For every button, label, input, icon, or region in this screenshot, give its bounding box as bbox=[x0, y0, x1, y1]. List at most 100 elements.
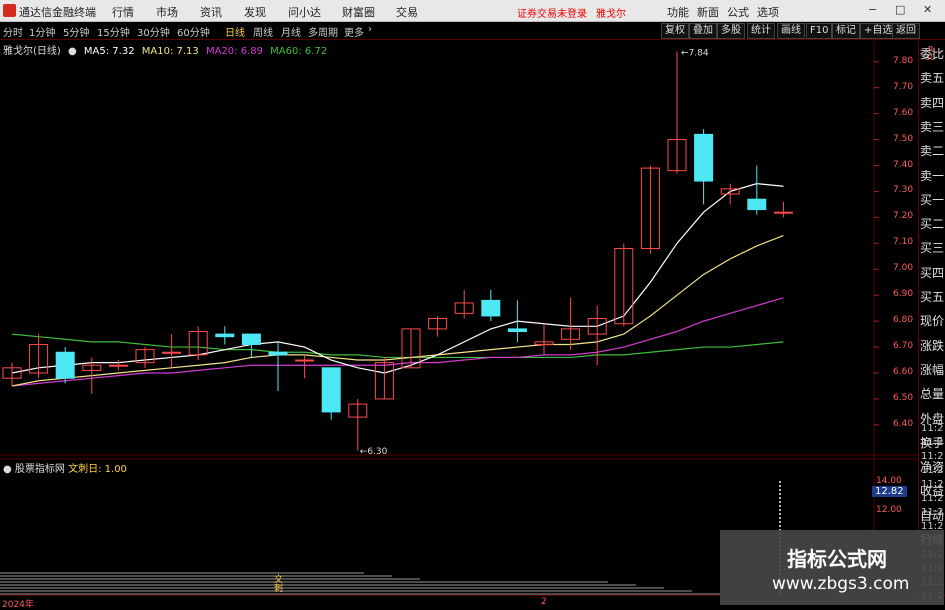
quote-item[interactable]: 总量 bbox=[920, 388, 944, 400]
fuquan-button[interactable]: 复权 bbox=[661, 23, 689, 39]
ma20-path bbox=[11, 297, 784, 387]
tab-month[interactable]: 月线 bbox=[281, 24, 301, 39]
app-title: 通达信金融终端 bbox=[19, 6, 96, 19]
price-axis-label: 7.70 bbox=[893, 81, 914, 92]
ma20-line bbox=[11, 297, 784, 387]
tick-time: 11:2 bbox=[921, 493, 944, 504]
candle bbox=[720, 183, 740, 205]
candle bbox=[481, 290, 501, 322]
candle bbox=[428, 315, 448, 337]
tab-week[interactable]: 周线 bbox=[253, 24, 273, 39]
sub-chart-title: ● 股票指标网 文刺日: 1.00 bbox=[3, 460, 127, 475]
tab-15min[interactable]: 15分钟 bbox=[97, 24, 130, 39]
sub-chart-indicator: 文刺日: 1.00 bbox=[68, 464, 127, 475]
quote-panel: R 30 委比 卖五 卖四 卖三 卖二 卖一 买一 买二 买三 买四 买五 现价 涨跌 涨幅 总量 外盘 换手净… bbox=[918, 41, 945, 602]
sub-axis-12: 12.00 bbox=[876, 505, 902, 515]
menu-xuanxiang[interactable]: 选项 bbox=[757, 4, 779, 20]
candle-body bbox=[241, 333, 261, 345]
quote-item[interactable]: 涨跌 bbox=[920, 340, 944, 352]
menu-caifuquan[interactable]: 财富圈 bbox=[342, 4, 375, 20]
candle-body bbox=[747, 198, 767, 211]
candle-body bbox=[268, 351, 288, 356]
quote-item[interactable]: 卖二 bbox=[920, 145, 944, 157]
menu-hangqing[interactable]: 行情 bbox=[112, 4, 134, 20]
price-axis-label: 6.50 bbox=[893, 392, 914, 403]
chevron-right-icon[interactable]: › bbox=[368, 24, 372, 35]
candle-body bbox=[55, 351, 75, 379]
quote-item[interactable]: 买四 bbox=[920, 267, 944, 279]
menu-jiaoyi[interactable]: 交易 bbox=[396, 4, 418, 20]
tab-5min[interactable]: 5分钟 bbox=[63, 24, 89, 39]
tab-more[interactable]: 更多 bbox=[344, 24, 364, 39]
tick-time: 11:2 bbox=[921, 423, 944, 434]
quote-item[interactable]: 现价 bbox=[920, 315, 944, 327]
tab-60min[interactable]: 60分钟 bbox=[177, 24, 210, 39]
candle-body bbox=[321, 367, 341, 413]
close-icon[interactable]: ✕ bbox=[923, 3, 932, 16]
candle bbox=[29, 334, 49, 379]
candle bbox=[454, 290, 474, 319]
settings-dot-icon-sub[interactable]: ● bbox=[3, 464, 12, 475]
menu-bar: 通达信金融终端 行情 市场 资讯 发现 问小达 财富圈 交易 证券交易未登录 雅… bbox=[0, 0, 945, 22]
f10-button[interactable]: F10 bbox=[806, 23, 833, 39]
menu-gongneng[interactable]: 功能 bbox=[667, 4, 689, 20]
menu-shichang[interactable]: 市场 bbox=[156, 4, 178, 20]
watermark-url: www.zbgs3.com bbox=[772, 574, 910, 594]
candle-body bbox=[295, 359, 315, 362]
price-axis-label: 6.70 bbox=[893, 341, 914, 352]
menu-wenxiaoda[interactable]: 问小达 bbox=[288, 4, 321, 20]
candle bbox=[188, 326, 208, 361]
login-notice[interactable]: 证券交易未登录 bbox=[517, 5, 587, 20]
quote-item[interactable]: 买三 bbox=[920, 242, 944, 254]
menu-zixun[interactable]: 资讯 bbox=[200, 4, 222, 20]
candlestick-series bbox=[2, 51, 793, 451]
menu-xinmian[interactable]: 新面 bbox=[697, 4, 719, 20]
quote-item[interactable]: 买五 bbox=[920, 291, 944, 303]
quote-item[interactable]: 卖一 bbox=[920, 170, 944, 182]
quote-item[interactable]: 买一 bbox=[920, 194, 944, 206]
candle bbox=[348, 398, 368, 451]
kline-chart[interactable]: ←7.84 ←6.30 bbox=[0, 41, 918, 596]
tab-1min[interactable]: 1分钟 bbox=[29, 24, 55, 39]
menu-faxian[interactable]: 发现 bbox=[244, 4, 266, 20]
ma60-path bbox=[11, 333, 784, 359]
candle bbox=[640, 165, 660, 254]
high-price-annotation: ←7.84 bbox=[681, 48, 709, 58]
quote-item[interactable]: 涨幅 bbox=[920, 364, 944, 376]
tab-fenshi[interactable]: 分时 bbox=[3, 24, 23, 39]
quote-item[interactable]: 卖三 bbox=[920, 121, 944, 133]
watermark-title: 指标公式网 bbox=[787, 547, 887, 571]
quote-item[interactable]: 卖五 bbox=[920, 72, 944, 84]
minimize-icon[interactable]: − bbox=[868, 3, 877, 16]
candle-body bbox=[773, 211, 793, 214]
stock-title: 雅戈尔 bbox=[596, 9, 626, 20]
candle bbox=[587, 305, 607, 366]
quote-item[interactable]: 卖四 bbox=[920, 97, 944, 109]
tongji-button[interactable]: 统计 bbox=[747, 23, 775, 39]
huaxian-button[interactable]: 画线 bbox=[777, 23, 805, 39]
candle bbox=[215, 326, 235, 345]
back-button[interactable]: 返回 bbox=[892, 23, 920, 39]
candle bbox=[55, 347, 75, 384]
price-axis-label: 7.80 bbox=[893, 55, 914, 66]
biaoji-button[interactable]: 标记 bbox=[832, 23, 860, 39]
sub-chart-bars bbox=[0, 481, 781, 596]
diejia-button[interactable]: 叠加 bbox=[689, 23, 717, 39]
candle bbox=[534, 323, 554, 355]
candle bbox=[162, 334, 182, 368]
maximize-icon[interactable]: □ bbox=[895, 3, 905, 16]
candle-body bbox=[507, 328, 527, 332]
tab-multi[interactable]: 多周期 bbox=[308, 24, 338, 39]
wenci-marker: 文 刺 bbox=[274, 575, 284, 594]
quote-item[interactable]: 买二 bbox=[920, 218, 944, 230]
low-price-annotation: ←6.30 bbox=[360, 447, 388, 457]
sub-axis-14: 14.00 bbox=[876, 476, 902, 486]
menu-gongshi[interactable]: 公式 bbox=[727, 4, 749, 20]
tab-day[interactable]: 日线 bbox=[225, 24, 245, 39]
candle bbox=[295, 354, 315, 379]
duogu-button[interactable]: 多股 bbox=[717, 23, 745, 39]
add-favorite-button[interactable]: +自选 bbox=[860, 23, 897, 39]
quote-item[interactable]: 委比 bbox=[920, 48, 944, 60]
tab-30min[interactable]: 30分钟 bbox=[137, 24, 170, 39]
year-label: 2024年 bbox=[2, 600, 34, 610]
